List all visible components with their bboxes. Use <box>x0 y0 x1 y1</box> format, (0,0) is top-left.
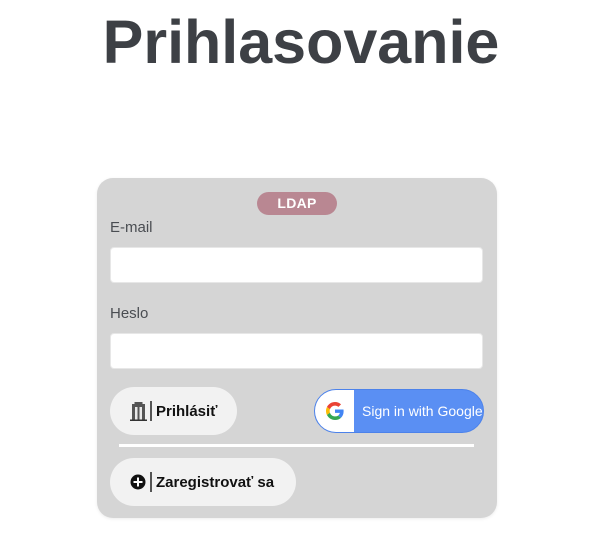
ldap-badge: LDAP <box>257 192 337 215</box>
password-field[interactable] <box>110 333 483 369</box>
login-separator <box>150 401 152 421</box>
page-title: Prihlasovanie <box>102 8 500 76</box>
register-separator <box>150 472 152 492</box>
email-label: E-mail <box>110 219 153 236</box>
register-button-label: Zaregistrovať sa <box>156 473 275 491</box>
google-signin-button[interactable]: Sign in with Google <box>314 389 484 433</box>
google-signin-label: Sign in with Google <box>362 403 483 419</box>
divider <box>119 444 474 447</box>
google-g-icon <box>315 390 354 432</box>
door-enter-icon <box>129 401 147 421</box>
plus-circle-icon <box>129 472 147 492</box>
password-label: Heslo <box>110 305 149 322</box>
email-field[interactable] <box>110 247 483 283</box>
login-button[interactable]: Prihlásiť <box>110 387 237 435</box>
login-card: LDAP E-mail Heslo Prihlásiť Sign in with… <box>97 178 497 518</box>
login-button-label: Prihlásiť <box>156 402 218 420</box>
register-button[interactable]: Zaregistrovať sa <box>110 458 296 506</box>
